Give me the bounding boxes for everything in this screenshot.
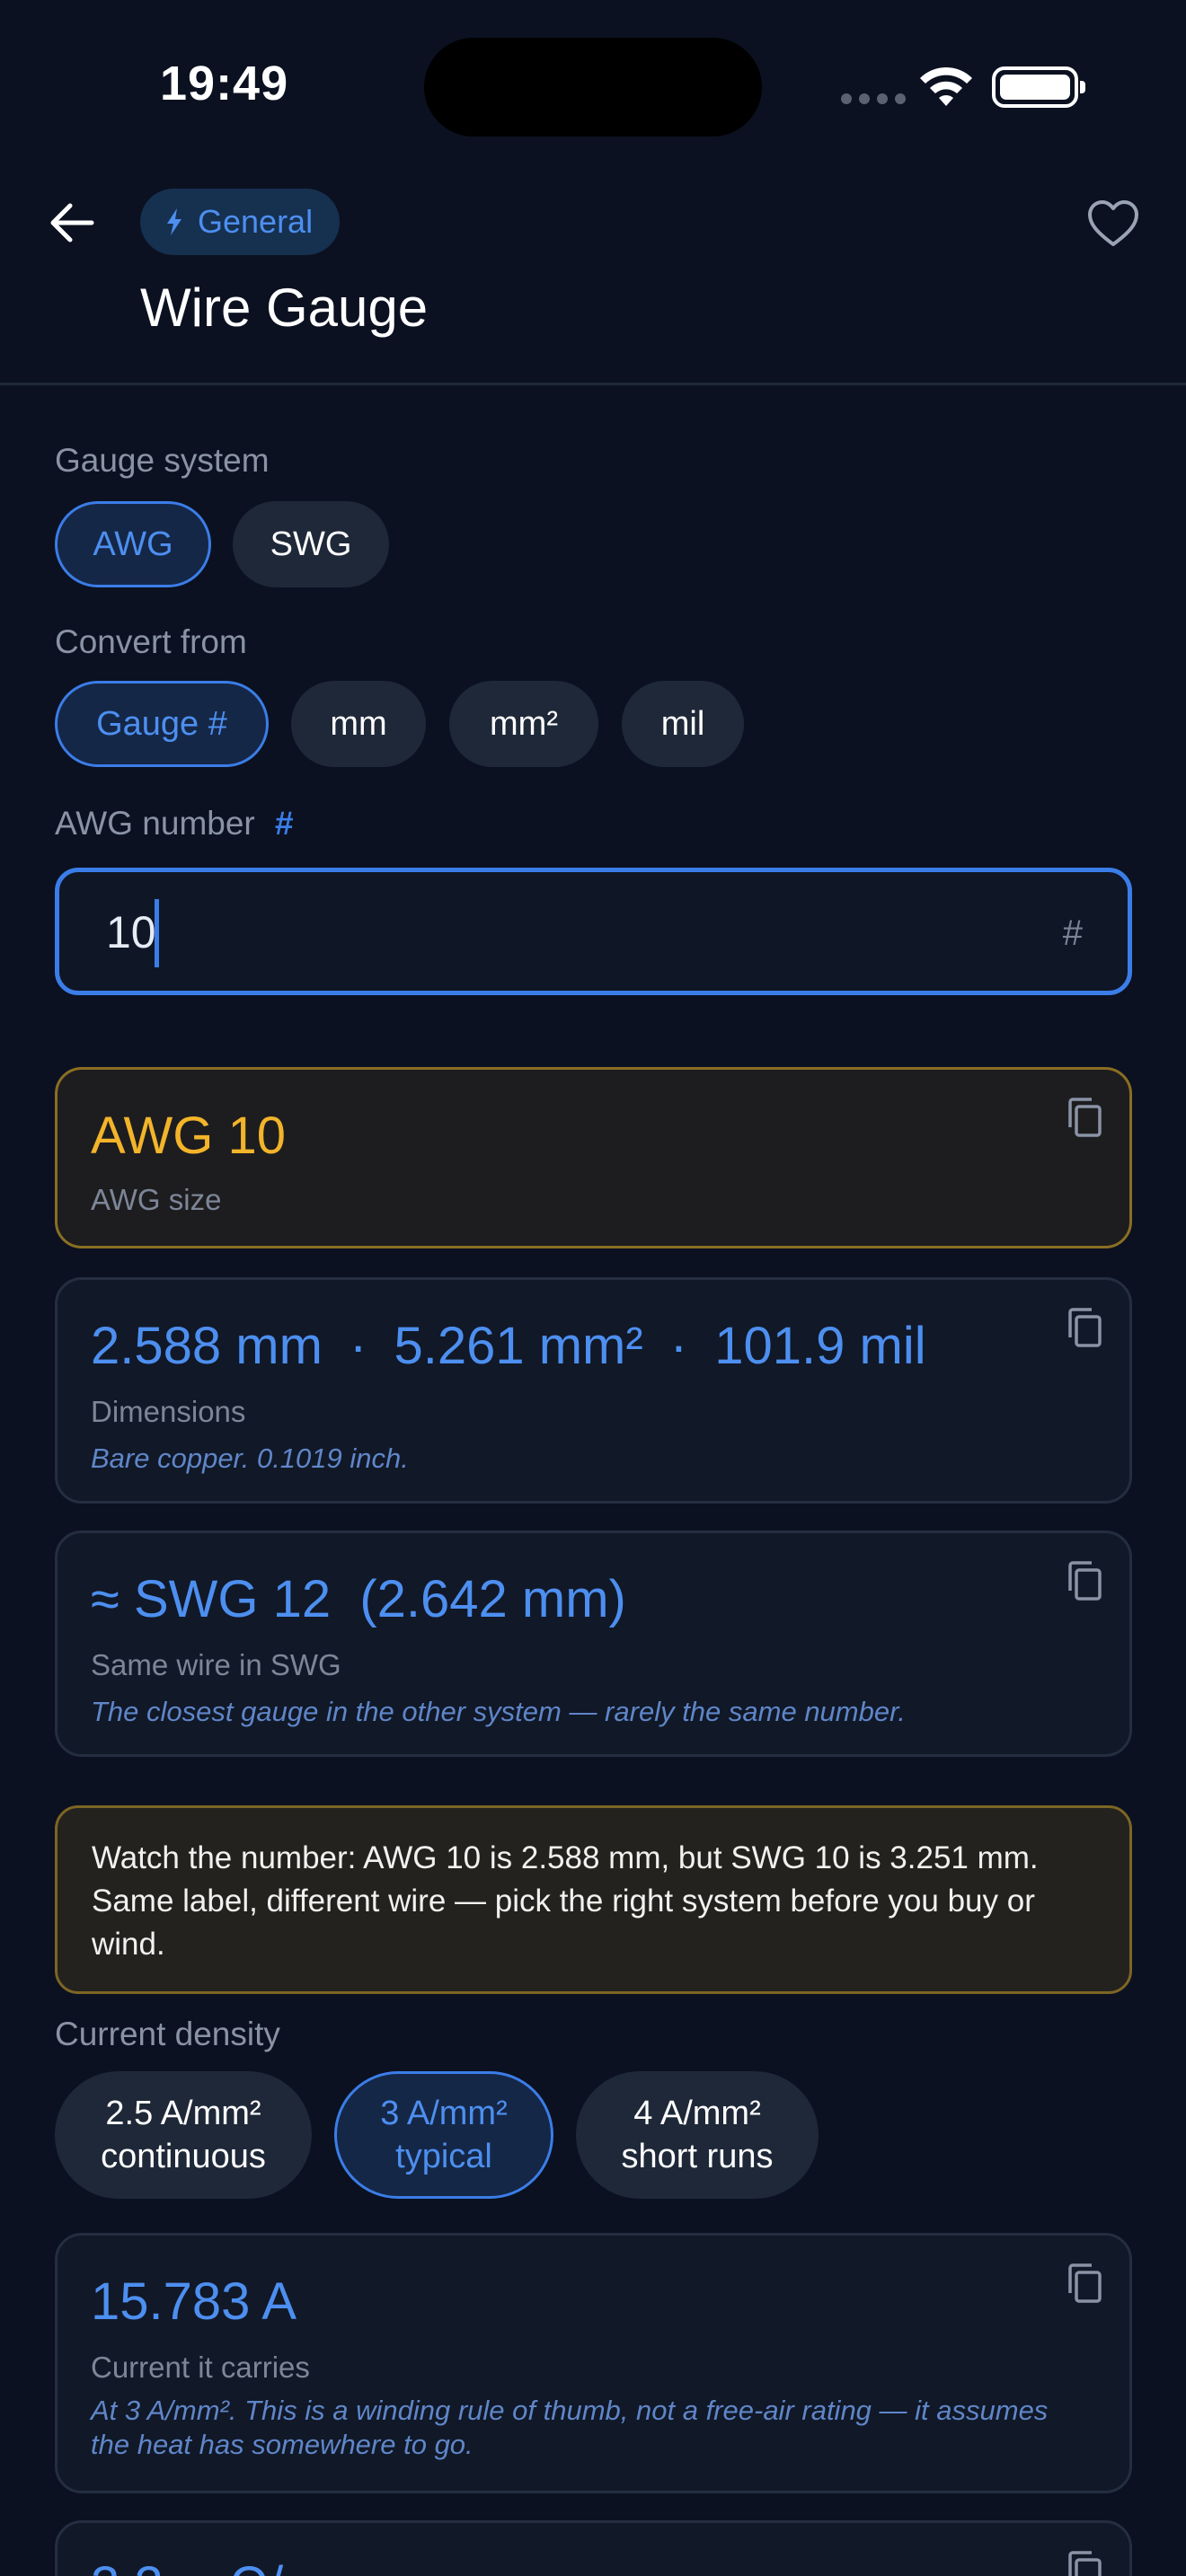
size-result-card: AWG 10 AWG size (55, 1067, 1132, 1248)
copy-icon[interactable] (1067, 1560, 1102, 1601)
category-label: General (198, 203, 314, 240)
awg-number-label: AWG number # (55, 805, 294, 842)
status-bar: 19:49 (0, 0, 1186, 171)
dimensions-caption: Dimensions (91, 1395, 246, 1428)
size-value: AWG 10 (91, 1107, 287, 1165)
page-title: Wire Gauge (140, 278, 429, 338)
cellular-signal-icon (841, 93, 906, 104)
text-caret (155, 899, 159, 967)
diameter-mm: 2.588 mm (91, 1317, 323, 1375)
density-option-value: 3 A/mm² (380, 2095, 508, 2132)
resistance-result-card: 3.2… Ω/… (55, 2520, 1132, 2576)
dimensions-result-card: 2.588 mm · 5.261 mm² · 101.9 mil Dimensi… (55, 1277, 1132, 1504)
awg-number-value[interactable]: 10 (106, 906, 156, 958)
density-option-continuous[interactable]: 2.5 A/mm² continuous (55, 2071, 312, 2199)
copy-icon[interactable] (1067, 2263, 1102, 2304)
convert-from-mil[interactable]: mil (622, 681, 744, 767)
copy-icon[interactable] (1067, 1097, 1102, 1138)
back-arrow-icon[interactable] (47, 198, 97, 248)
resistance-value: 3.2… Ω/… (91, 2555, 335, 2576)
convert-from-label: Convert from (55, 623, 247, 660)
heart-outline-icon[interactable] (1087, 199, 1139, 248)
input-suffix: # (1062, 913, 1083, 953)
equivalent-value: ≈ SWG 12 (2.642 mm) (91, 1570, 626, 1628)
equivalent-caption: Same wire in SWG (91, 1648, 341, 1681)
wifi-icon (920, 66, 972, 106)
dynamic-island (424, 38, 762, 137)
bolt-icon (167, 208, 181, 235)
awg-number-label-hint: # (275, 805, 294, 842)
area-mm2: 5.261 mm² (394, 1317, 643, 1375)
equivalent-note: The closest gauge in the other system — … (91, 1696, 906, 1727)
category-chip[interactable]: General (140, 189, 341, 255)
gauge-system-label: Gauge system (55, 442, 270, 479)
system-warning-note: Watch the number: AWG 10 is 2.588 mm, bu… (55, 1805, 1132, 1994)
convert-from-mm[interactable]: mm (291, 681, 426, 767)
copy-icon[interactable] (1067, 2550, 1102, 2576)
density-option-desc: continuous (101, 2138, 266, 2175)
density-option-desc: short runs (621, 2138, 774, 2175)
density-option-desc: typical (395, 2138, 492, 2175)
convert-from-mm2[interactable]: mm² (449, 681, 598, 767)
gauge-system-awg[interactable]: AWG (55, 501, 211, 587)
header-divider (0, 383, 1186, 385)
dimensions-note: Bare copper. 0.1019 inch. (91, 1442, 409, 1474)
current-result-card: 15.783 A Current it carries At 3 A/mm². … (55, 2233, 1132, 2493)
status-time: 19:49 (160, 57, 289, 110)
diameter-mil: 101.9 mil (714, 1317, 926, 1375)
copy-icon[interactable] (1067, 1307, 1102, 1348)
battery-icon (992, 66, 1085, 108)
gauge-system-swg[interactable]: SWG (233, 501, 389, 587)
current-caption: Current it carries (91, 2351, 310, 2384)
density-option-value: 2.5 A/mm² (105, 2095, 261, 2132)
separator: · (350, 1317, 367, 1375)
equivalent-result-card: ≈ SWG 12 (2.642 mm) Same wire in SWG The… (55, 1531, 1132, 1757)
current-note: At 3 A/mm². This is a winding rule of th… (91, 2395, 1049, 2460)
awg-number-label-text: AWG number (55, 805, 255, 842)
dimensions-value: 2.588 mm · 5.261 mm² · 101.9 mil (91, 1316, 926, 1376)
current-density-label: Current density (55, 2016, 280, 2052)
density-option-value: 4 A/mm² (633, 2095, 761, 2132)
density-option-typical[interactable]: 3 A/mm² typical (334, 2071, 553, 2199)
density-option-short-runs[interactable]: 4 A/mm² short runs (576, 2071, 819, 2199)
awg-number-input[interactable]: 10 # (55, 868, 1132, 995)
separator: · (669, 1317, 688, 1375)
size-caption: AWG size (91, 1183, 222, 1216)
current-value: 15.783 A (91, 2272, 296, 2331)
convert-from-gauge[interactable]: Gauge # (55, 681, 269, 767)
